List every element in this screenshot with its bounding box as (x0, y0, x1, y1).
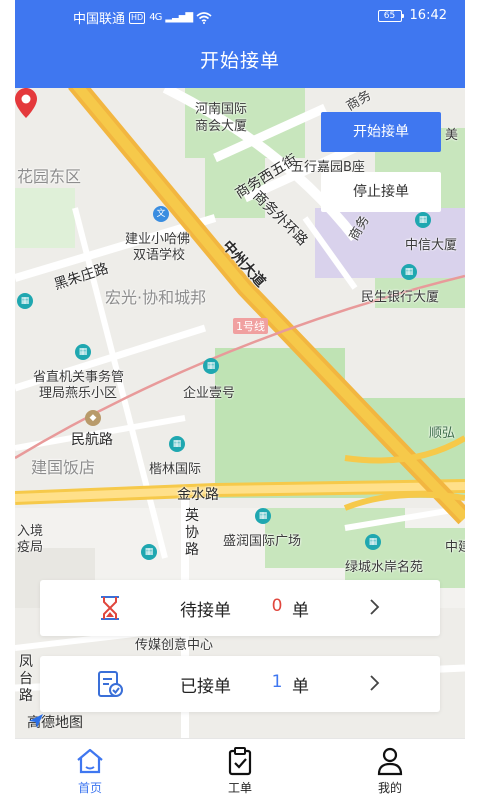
map-label-yingxie: 英协路 (185, 508, 199, 558)
map-label-mei: 美 (445, 128, 459, 143)
app-screen: 中国联通 HD 4G ▂▃▅▇ 65 16:42 开始接单 花园东区 河南国际 … (15, 0, 465, 800)
school-poi-icon[interactable]: 文 (153, 206, 169, 222)
map-label-huayuan: 花园东区 (17, 167, 82, 186)
clipboard-icon (228, 747, 252, 776)
map-label-zhongxin: 中信大厦 (405, 238, 458, 253)
wifi-icon (196, 11, 212, 24)
building-poi-icon[interactable]: ▦ (365, 534, 381, 550)
pending-label: 待接单 (180, 601, 231, 621)
landmark-poi-icon[interactable]: ◆ (85, 410, 101, 426)
start-accepting-button[interactable]: 开始接单 (321, 112, 441, 152)
map-label-shunhong: 顺弘 (429, 426, 456, 441)
map-label-chuanmei: 传媒创意中心 (135, 638, 214, 653)
pending-orders-card[interactable]: 待接单 0 单 (40, 580, 440, 636)
building-poi-icon[interactable]: ▦ (415, 212, 431, 228)
map-label-kailin: 楷林国际 (149, 462, 202, 477)
building-poi-icon[interactable]: ▦ (203, 358, 219, 374)
map-label-minhang: 民航路 (71, 432, 113, 448)
tab-profile[interactable]: 我的 (315, 739, 465, 800)
clock: 16:42 (409, 8, 447, 23)
accepted-orders-text: 已接单 1 单 (180, 672, 309, 697)
map-label-henan-chamber-2: 商会大厦 (195, 119, 248, 134)
map-label-hongguang: 宏光·协和城邦 (105, 288, 207, 307)
map-label-minsheng: 民生银行大厦 (361, 290, 440, 305)
chevron-right-icon (370, 599, 380, 615)
map-label-school-2: 双语学校 (133, 248, 186, 263)
pending-unit: 单 (292, 601, 309, 621)
hourglass-icon (101, 596, 119, 620)
map-label-shengrun: 盛润国际广场 (223, 534, 302, 549)
tab-workorders-label: 工单 (227, 781, 252, 795)
map-label-rujing-2: 疫局 (17, 540, 44, 555)
tab-home[interactable]: 首页 (15, 739, 165, 800)
signal-icon: ▂▃▅▇ (165, 12, 193, 23)
pending-orders-text: 待接单 0 单 (180, 596, 309, 621)
building-poi-icon[interactable]: ▦ (169, 436, 185, 452)
tab-workorders[interactable]: 工单 (165, 739, 315, 800)
tab-home-label: 首页 (77, 781, 102, 795)
hd-badge: HD (129, 11, 146, 24)
user-icon (377, 747, 403, 776)
map-label-fengtai: 凤台路 (19, 654, 33, 704)
bottom-tab-bar: 首页 工单 我的 (15, 738, 465, 800)
home-icon (77, 748, 103, 774)
accepted-label: 已接单 (180, 677, 231, 697)
amap-logo: 高德地图 (27, 712, 83, 732)
building-poi-icon[interactable]: ▦ (255, 508, 271, 524)
building-poi-icon[interactable]: ▦ (75, 344, 91, 360)
map-label-jianguo: 建国饭店 (31, 458, 96, 477)
header-bar: 中国联通 HD 4G ▂▃▅▇ 65 16:42 开始接单 (15, 0, 465, 88)
pending-count: 0 (271, 596, 283, 616)
location-pin-icon[interactable] (15, 88, 37, 118)
building-poi-icon[interactable]: ▦ (401, 264, 417, 280)
checklist-icon (98, 671, 123, 697)
navigation-arrow-icon (29, 714, 43, 728)
network-type: 4G (149, 12, 162, 23)
carrier-info: 中国联通 HD 4G ▂▃▅▇ (73, 8, 212, 27)
map-label-zhongjian: 中建 (445, 540, 465, 555)
status-right: 65 16:42 (377, 8, 447, 23)
carrier-name: 中国联通 (73, 12, 126, 27)
tab-profile-label: 我的 (377, 781, 402, 795)
building-poi-icon[interactable]: ▦ (17, 293, 33, 309)
map-label-qiye: 企业壹号 (183, 386, 236, 401)
accepted-unit: 单 (292, 677, 309, 697)
map-label-line1: 1号线 (233, 318, 268, 334)
map-label-shengzhi-2: 理局燕乐小区 (39, 386, 118, 401)
stop-accepting-button[interactable]: 停止接单 (321, 172, 441, 212)
status-bar: 中国联通 HD 4G ▂▃▅▇ 65 16:42 (15, 0, 465, 32)
page-title: 开始接单 (199, 50, 280, 72)
map-label-jinshui: 金水路 (177, 487, 219, 503)
map-label-lvcheng: 绿城水岸名苑 (345, 560, 424, 575)
accepted-count: 1 (271, 672, 283, 692)
accepted-orders-card[interactable]: 已接单 1 单 (40, 656, 440, 712)
battery-icon: 65 (377, 9, 404, 22)
chevron-right-icon (370, 675, 380, 691)
building-poi-icon[interactable]: ▦ (141, 544, 157, 560)
